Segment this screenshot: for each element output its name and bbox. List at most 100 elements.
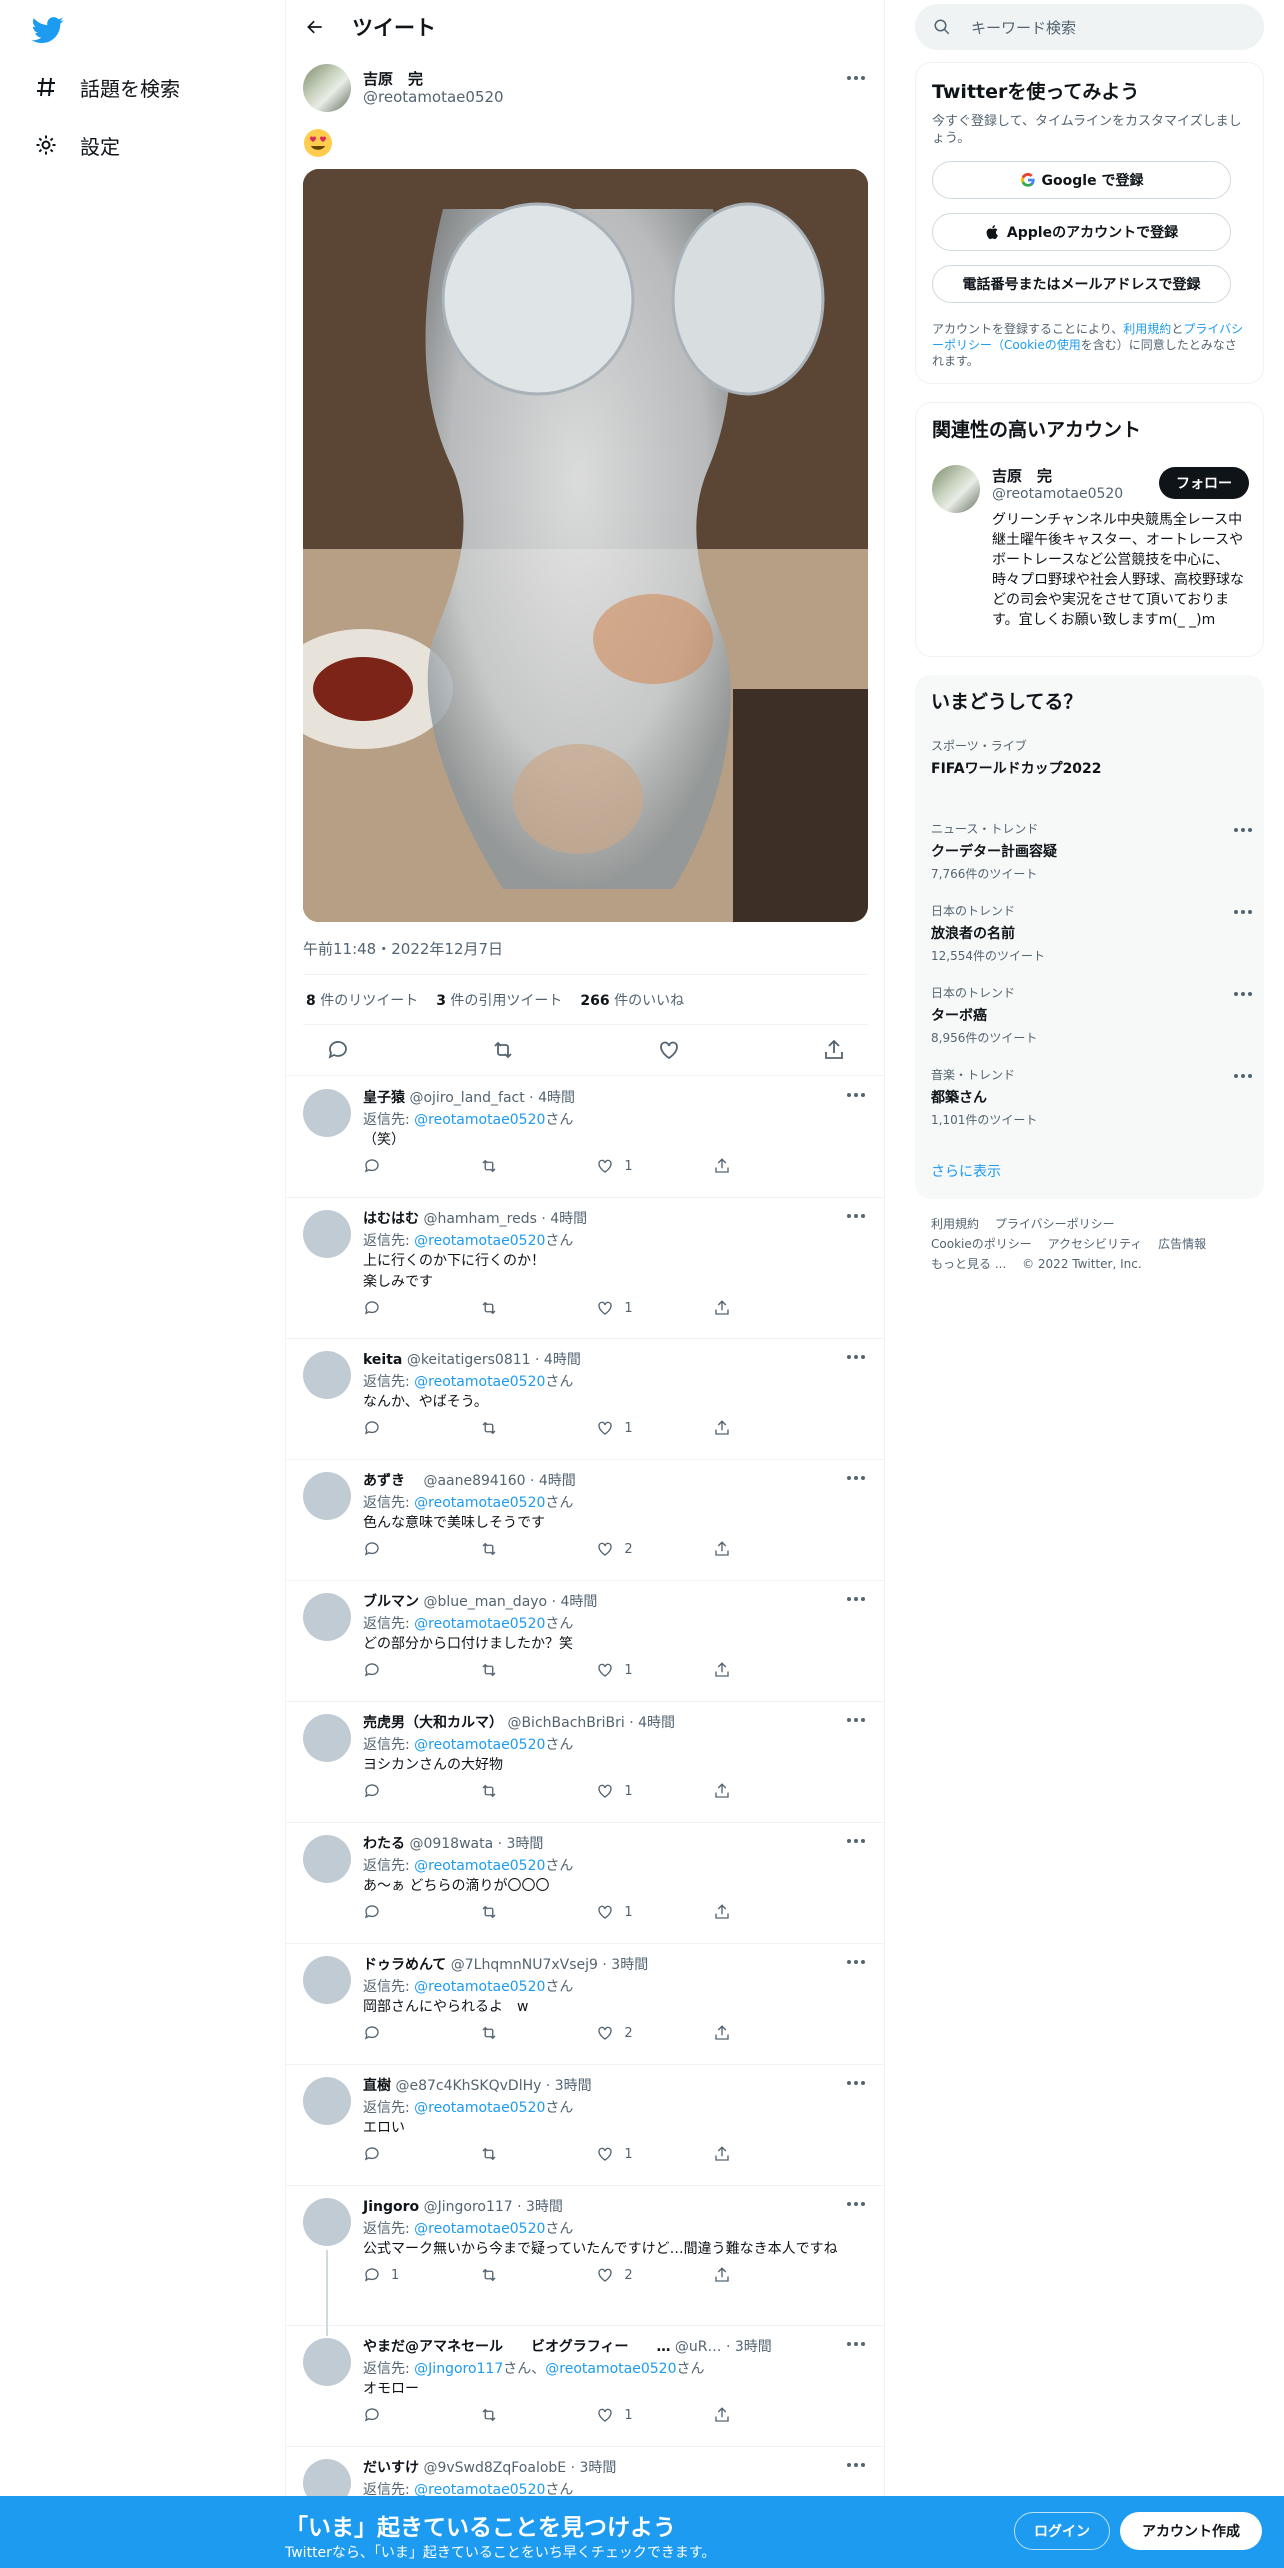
avatar[interactable] (303, 2198, 351, 2246)
share-button[interactable] (713, 2024, 813, 2042)
more-options-icon[interactable] (1231, 1066, 1255, 1086)
retweet-button[interactable] (480, 1299, 580, 1317)
related-account-name[interactable]: 吉原 完 (992, 465, 1052, 486)
search-box[interactable]: キーワード検索 (915, 4, 1264, 50)
more-options-icon[interactable] (844, 2194, 868, 2214)
reply-button[interactable] (363, 2406, 463, 2424)
share-button[interactable] (713, 2266, 813, 2284)
reply-author-handle[interactable]: @aane894160 · 4時間 (423, 1473, 575, 1489)
reply-author-name[interactable]: keita (363, 1352, 402, 1368)
retweet-button[interactable] (480, 1903, 580, 1921)
more-options-icon[interactable] (844, 1347, 868, 1367)
reply-author-handle[interactable]: @uR… · 3時間 (675, 2339, 772, 2355)
reply-author-handle[interactable]: @keitatigers0811 · 4時間 (407, 1352, 581, 1368)
more-options-icon[interactable] (844, 1589, 868, 1609)
replying-to-link[interactable]: @reotamotae0520 (414, 2221, 545, 2237)
reply-author-handle[interactable]: @Jingoro117 · 3時間 (424, 2199, 563, 2215)
terms-link[interactable]: 利用規約 (1123, 322, 1171, 336)
avatar[interactable] (303, 1956, 351, 2004)
tweet-photo[interactable] (303, 169, 868, 922)
like-button[interactable]: 2 (596, 1540, 696, 1558)
share-button[interactable] (713, 1299, 813, 1317)
like-button[interactable]: 1 (596, 1782, 696, 1800)
reply-author-name[interactable]: 売虎男（大和カルマ） (363, 1715, 503, 1731)
more-options-icon[interactable] (844, 1831, 868, 1851)
reply-author-handle[interactable]: @BichBachBriBri · 4時間 (507, 1715, 675, 1731)
like-button[interactable]: 1 (596, 1419, 696, 1437)
trend-item[interactable]: ニュース・トレンド クーデター計画容疑 7,766件のツイート (931, 820, 1252, 882)
replying-to-link[interactable]: @reotamotae0520 (414, 1495, 545, 1511)
replying-to-link[interactable]: @reotamotae0520 (414, 1858, 545, 1874)
avatar[interactable] (303, 1089, 351, 1137)
like-button[interactable]: 2 (596, 2024, 696, 2042)
like-button[interactable]: 1 (596, 2145, 696, 2163)
replying-to-link[interactable]: @reotamotae0520 (414, 1112, 545, 1128)
reply-icon[interactable] (326, 1038, 350, 1062)
google-signup-button[interactable]: Google で登録 (932, 161, 1231, 199)
more-options-icon[interactable] (844, 2073, 868, 2093)
reply-button[interactable] (363, 1299, 463, 1317)
more-options-icon[interactable] (844, 68, 868, 88)
more-options-icon[interactable] (1231, 984, 1255, 1004)
replying-to-link[interactable]: @reotamotae0520 (414, 1616, 545, 1632)
trend-item[interactable]: 日本のトレンド ターボ癌 8,956件のツイート (931, 984, 1252, 1046)
more-options-icon[interactable] (844, 1206, 868, 1226)
reply-tweet[interactable]: ブルマン @blue_man_dayo · 4時間 返信先: @reotamot… (286, 1581, 884, 1702)
trend-item[interactable]: スポーツ・ライブ FIFAワールドカップ2022 (931, 737, 1251, 782)
avatar[interactable] (303, 2338, 351, 2386)
share-button[interactable] (713, 1903, 813, 1921)
trend-item[interactable]: 日本のトレンド 放浪者の名前 12,554件のツイート (931, 902, 1252, 964)
share-button[interactable] (713, 2145, 813, 2163)
like-button[interactable]: 2 (596, 2266, 696, 2284)
twitter-logo-icon[interactable] (30, 14, 66, 46)
author-name[interactable]: 吉原 完 (363, 68, 423, 89)
reply-author-handle[interactable]: @blue_man_dayo · 4時間 (423, 1594, 597, 1610)
replying-to-link[interactable]: @reotamotae0520 (545, 2361, 676, 2377)
reply-author-name[interactable]: あずき (363, 1473, 419, 1489)
replying-to-link[interactable]: @reotamotae0520 (414, 1374, 545, 1390)
apple-signup-button[interactable]: Appleのアカウントで登録 (932, 213, 1231, 251)
reply-tweet[interactable]: ドゥラめんて @7LhqmnNU7xVsej9 · 3時間 返信先: @reot… (286, 1944, 884, 2065)
reply-button[interactable] (363, 1903, 463, 1921)
retweet-button[interactable] (480, 2145, 580, 2163)
footer-accessibility-link[interactable]: アクセシビリティ (1048, 1237, 1143, 1251)
reply-button[interactable] (363, 1419, 463, 1437)
more-options-icon[interactable] (844, 2334, 868, 2354)
reply-tweet[interactable]: 皇子猿 @ojiro_land_fact · 4時間 返信先: @reotamo… (286, 1077, 884, 1198)
retweet-button[interactable] (480, 1157, 580, 1175)
avatar[interactable] (303, 1835, 351, 1883)
reply-button[interactable] (363, 2145, 463, 2163)
more-options-icon[interactable] (1231, 820, 1255, 840)
reply-tweet[interactable]: 直樹 @e87c4KhSKQvDlHy · 3時間 返信先: @reotamot… (286, 2065, 884, 2186)
tweet-timestamp[interactable]: 午前11:48・2022年12月7日 (303, 938, 503, 959)
reply-author-name[interactable]: 皇子猿 (363, 1090, 405, 1106)
show-more-link[interactable]: さらに表示 (931, 1161, 1001, 1181)
reply-author-handle[interactable]: @9vSwd8ZqFoalobE · 3時間 (423, 2460, 616, 2476)
like-count[interactable]: 266 件のいいね (580, 990, 684, 1010)
reply-tweet[interactable]: わたる @0918wata · 3時間 返信先: @reotamotae0520… (286, 1823, 884, 1944)
reply-author-handle[interactable]: @0918wata · 3時間 (409, 1836, 543, 1852)
avatar[interactable] (303, 1714, 351, 1762)
retweet-count[interactable]: 8 件のリツイート (306, 990, 418, 1010)
replying-to-link[interactable]: @reotamotae0520 (414, 2100, 545, 2116)
nav-explore[interactable]: 話題を検索 (34, 67, 180, 107)
trend-item[interactable]: 音楽・トレンド 都築さん 1,101件のツイート (931, 1066, 1252, 1128)
reply-button[interactable]: 1 (363, 2266, 463, 2284)
avatar[interactable] (303, 1472, 351, 1520)
avatar[interactable] (303, 64, 351, 112)
login-button[interactable]: ログイン (1014, 2512, 1110, 2550)
like-button[interactable]: 1 (596, 1661, 696, 1679)
like-button[interactable]: 1 (596, 2406, 696, 2424)
reply-button[interactable] (363, 1540, 463, 1558)
reply-tweet[interactable]: はむはむ @hamham_reds · 4時間 返信先: @reotamotae… (286, 1198, 884, 1339)
share-button[interactable] (713, 1782, 813, 1800)
share-button[interactable] (713, 1419, 813, 1437)
footer-cookies-link[interactable]: Cookieのポリシー (931, 1237, 1032, 1251)
reply-button[interactable] (363, 1661, 463, 1679)
reply-tweet[interactable]: keita @keitatigers0811 · 4時間 返信先: @reota… (286, 1339, 884, 1460)
more-options-icon[interactable] (844, 2455, 868, 2475)
reply-author-handle[interactable]: @ojiro_land_fact · 4時間 (409, 1090, 575, 1106)
like-icon[interactable] (657, 1038, 681, 1062)
avatar[interactable] (932, 465, 980, 513)
back-button[interactable] (300, 12, 330, 42)
